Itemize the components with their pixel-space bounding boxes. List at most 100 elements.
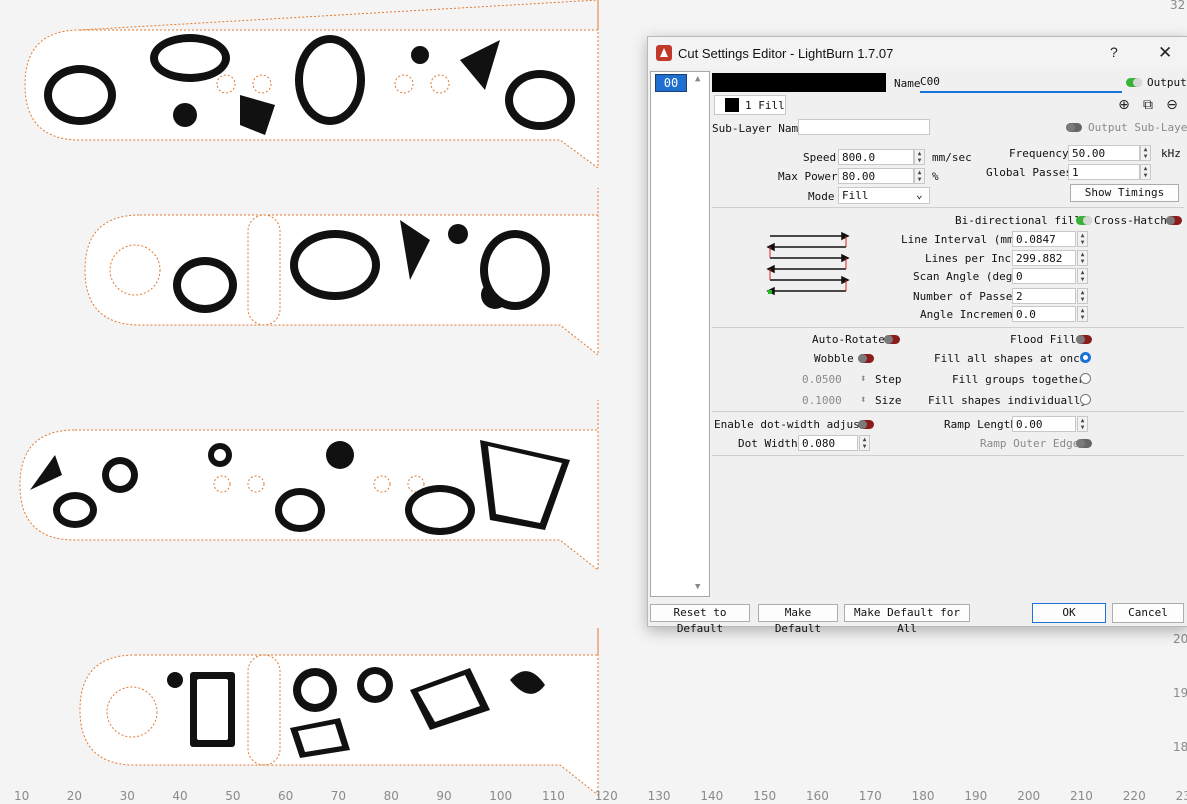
- copy-sublayer-icon[interactable]: ⧉: [1140, 97, 1156, 113]
- separator: [712, 411, 1184, 412]
- lines-per-inch-spinner[interactable]: ▲ ▼: [1077, 250, 1088, 266]
- wobble-label: Wobble: [814, 352, 854, 365]
- ruler-bottom-label: 60: [278, 789, 294, 803]
- ruler-right-label: 20: [1173, 632, 1187, 646]
- layer-list[interactable]: 00 ▲ ▼: [650, 71, 710, 597]
- global-passes-input[interactable]: 1: [1068, 164, 1140, 180]
- separator: [712, 207, 1184, 208]
- global-passes-spinner[interactable]: ▲ ▼: [1140, 164, 1151, 180]
- ruler-bottom-label: 140: [700, 789, 724, 803]
- output-label: Output: [1147, 76, 1187, 89]
- make-default-all-button[interactable]: Make Default for All: [844, 604, 970, 635]
- dot-width-adjust-toggle[interactable]: [858, 420, 874, 429]
- fill-all-shapes-radio[interactable]: [1080, 352, 1091, 363]
- line-interval-input[interactable]: 0.0847: [1012, 231, 1076, 247]
- ruler-bottom-label: 200: [1017, 789, 1041, 803]
- output-toggle[interactable]: [1126, 78, 1142, 87]
- separator: [712, 455, 1184, 456]
- number-of-passes-label: Number of Passes: [913, 290, 1019, 303]
- band-design-1[interactable]: [24, 0, 599, 169]
- dot-width-input[interactable]: 0.080: [798, 435, 858, 451]
- fill-all-shapes-label: Fill all shapes at once: [934, 352, 1087, 365]
- ramp-length-label: Ramp Length: [944, 418, 1017, 431]
- sublayer-tab[interactable]: 1 Fill: [714, 95, 786, 115]
- scan-angle-spinner[interactable]: ▲ ▼: [1077, 268, 1088, 284]
- name-label: Name: [894, 77, 921, 90]
- line-interval-spinner[interactable]: ▲ ▼: [1077, 231, 1088, 247]
- angle-increment-spinner[interactable]: ▲ ▼: [1077, 306, 1088, 322]
- cross-hatch-toggle[interactable]: [1166, 216, 1182, 225]
- frequency-spinner[interactable]: ▲ ▼: [1140, 145, 1151, 161]
- cancel-button[interactable]: Cancel: [1112, 603, 1184, 623]
- help-button[interactable]: ?: [1110, 44, 1118, 60]
- make-default-button[interactable]: Make Default: [758, 604, 838, 635]
- line-interval-label: Line Interval (mm): [901, 233, 1021, 246]
- bidirectional-fill-toggle[interactable]: [1076, 216, 1092, 225]
- layer-chip-00[interactable]: 00: [655, 74, 687, 92]
- wobble-step-input[interactable]: 0.0500: [802, 373, 842, 386]
- show-timings-button[interactable]: Show Timings: [1070, 184, 1179, 202]
- ruler-bottom-label: 50: [225, 789, 241, 803]
- scroll-up-arrow-icon[interactable]: ▲: [695, 74, 700, 84]
- fill-groups-label: Fill groups together: [952, 373, 1085, 386]
- bidirectional-fill-label: Bi-directional fill: [955, 214, 1081, 227]
- number-of-passes-spinner[interactable]: ▲ ▼: [1077, 288, 1088, 304]
- ramp-length-input[interactable]: 0.00: [1012, 416, 1076, 432]
- angle-increment-label: Angle Increment: [920, 308, 1020, 321]
- ruler-bottom-label: 160: [806, 789, 829, 803]
- ramp-outer-edge-toggle[interactable]: [1076, 439, 1092, 448]
- number-of-passes-input[interactable]: 2: [1012, 288, 1076, 304]
- ramp-length-spinner[interactable]: ▲ ▼: [1077, 416, 1088, 432]
- ruler-bottom-label: 230: [1175, 789, 1187, 803]
- ruler-bottom-label: 70: [330, 789, 347, 803]
- auto-rotate-toggle[interactable]: [884, 335, 900, 344]
- title-bar[interactable]: Cut Settings Editor - LightBurn 1.7.07 ?…: [648, 37, 1187, 69]
- max-power-input[interactable]: 80.00: [838, 168, 914, 184]
- cut-settings-dialog: Cut Settings Editor - LightBurn 1.7.07 ?…: [647, 36, 1187, 635]
- ruler-bottom-label: 180: [911, 789, 935, 803]
- close-button[interactable]: ✕: [1158, 43, 1172, 63]
- scan-angle-label: Scan Angle (deg): [913, 270, 1019, 283]
- sublayer-color-swatch: [725, 98, 739, 112]
- band-design-2[interactable]: [84, 188, 599, 357]
- lines-per-inch-input[interactable]: 299.882: [1012, 250, 1076, 266]
- scan-angle-input[interactable]: 0: [1012, 268, 1076, 284]
- sublayer-tab-label: 1 Fill: [745, 99, 785, 112]
- fill-individually-radio[interactable]: [1080, 394, 1091, 405]
- band-design-4[interactable]: [79, 628, 599, 797]
- remove-sublayer-icon[interactable]: ⊖: [1164, 97, 1180, 113]
- fill-preview-diagram: [766, 231, 850, 296]
- sublayer-name-input[interactable]: [798, 119, 930, 135]
- output-sublayer-toggle[interactable]: [1066, 123, 1082, 132]
- angle-increment-input[interactable]: 0.0: [1012, 306, 1076, 322]
- ruler-right-label: 19: [1173, 686, 1187, 700]
- wobble-size-input[interactable]: 0.1000: [802, 394, 842, 407]
- name-input[interactable]: C00: [920, 75, 1122, 93]
- ruler-bottom-label: 210: [1070, 789, 1093, 803]
- scroll-down-arrow-icon[interactable]: ▼: [695, 582, 700, 592]
- wobble-step-spinner[interactable]: ⬍: [860, 372, 867, 385]
- speed-spinner[interactable]: ▲ ▼: [914, 149, 925, 165]
- ruler-right-label: 18: [1173, 740, 1187, 754]
- fill-groups-radio[interactable]: [1080, 373, 1091, 384]
- ok-button[interactable]: OK: [1032, 603, 1106, 623]
- wobble-size-spinner[interactable]: ⬍: [860, 393, 867, 406]
- wobble-toggle[interactable]: [858, 354, 874, 363]
- dot-width-label: Dot Width:: [738, 437, 805, 450]
- ruler-bottom-label: 220: [1122, 789, 1146, 803]
- add-sublayer-icon[interactable]: ⊕: [1116, 97, 1132, 113]
- flood-fill-label: Flood Fill: [1010, 333, 1077, 346]
- ruler-bottom-label: 20: [66, 789, 83, 803]
- cross-hatch-label: Cross-Hatch: [1094, 214, 1167, 227]
- speed-input[interactable]: 800.0: [838, 149, 914, 165]
- max-power-label: Max Power: [778, 170, 838, 183]
- global-passes-label: Global Passes: [986, 166, 1073, 179]
- reset-default-button[interactable]: Reset to Default: [650, 604, 750, 635]
- layer-color-swatch[interactable]: [712, 73, 886, 92]
- band-design-3[interactable]: [19, 400, 599, 572]
- dot-width-spinner[interactable]: ▲ ▼: [859, 435, 870, 451]
- frequency-input[interactable]: 50.00: [1068, 145, 1140, 161]
- output-sublayer-label: Output Sub-Layer: [1088, 121, 1187, 134]
- max-power-spinner[interactable]: ▲ ▼: [914, 168, 925, 184]
- flood-fill-toggle[interactable]: [1076, 335, 1092, 344]
